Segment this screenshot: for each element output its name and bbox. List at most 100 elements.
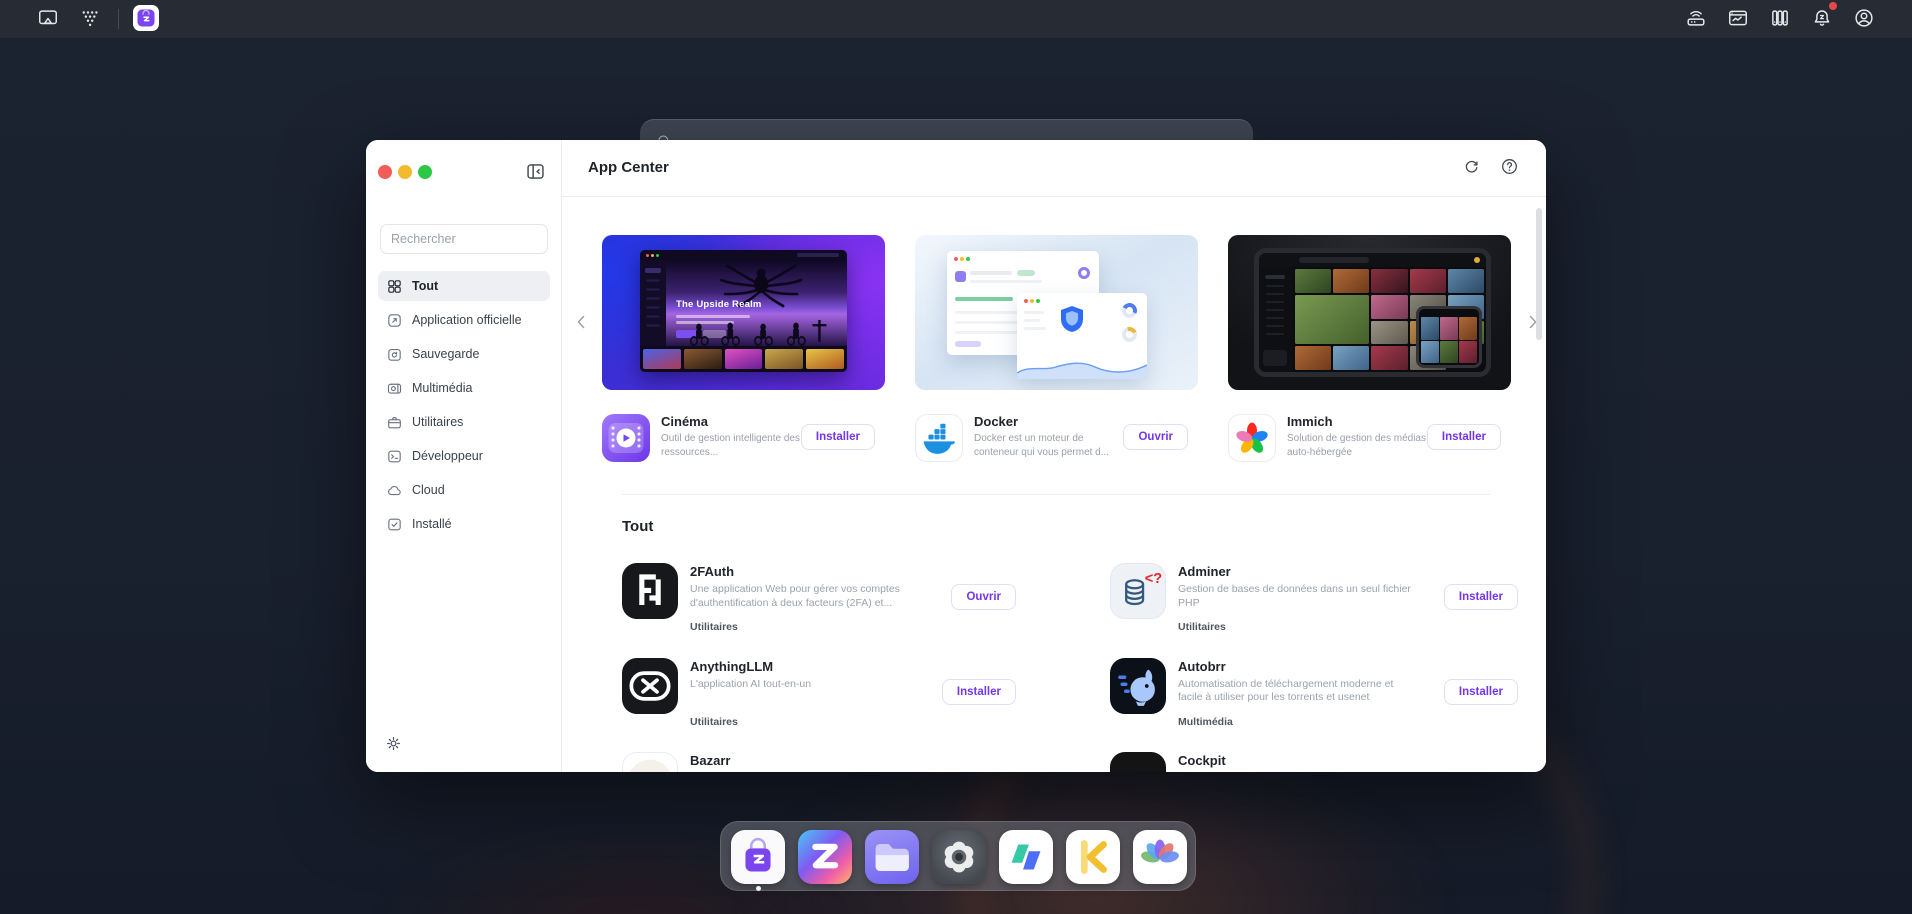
panel-collapse-icon <box>525 170 546 185</box>
page-title: App Center <box>588 159 669 176</box>
activity-monitor-button[interactable] <box>1724 5 1752 33</box>
app-center-window: Tout Application officielle Sauvegarde M… <box>366 140 1546 772</box>
notification-bell-icon <box>1811 7 1833 32</box>
autobrr-action-button[interactable]: Installer <box>1444 679 1518 705</box>
app-name: Autobrr <box>1178 659 1226 674</box>
dock-item-files[interactable] <box>865 830 919 884</box>
cinema-banner-title: The Upside Realm <box>676 299 762 310</box>
cockpit-app-icon <box>1110 752 1166 772</box>
taskbar-app-center-button[interactable] <box>133 6 159 32</box>
app-name: Adminer <box>1178 564 1231 579</box>
screen-cast-button[interactable] <box>34 5 62 33</box>
featured-card-immich: Immich Solution de gestion des médias au… <box>1228 235 1511 475</box>
sidebar-item-utilitaires[interactable]: Utilitaires <box>378 407 550 437</box>
briefcase-icon <box>386 414 403 431</box>
sidebar-item-developpeur[interactable]: Développeur <box>378 441 550 471</box>
app-row-bazarr: Bazarr <box>622 752 1016 772</box>
app-name: Immich <box>1287 414 1333 429</box>
notifications-button[interactable] <box>1808 5 1836 33</box>
cloud-icon <box>386 482 403 499</box>
featured-card-docker: Docker Docker est un moteur de conteneur… <box>915 235 1198 475</box>
storage-button[interactable] <box>1766 5 1794 33</box>
app-center-main: App Center The Upside Realm Cinéma Outil… <box>562 140 1546 772</box>
minimize-button[interactable] <box>398 165 412 179</box>
docker-action-button[interactable]: Ouvrir <box>1123 424 1188 450</box>
carousel-prev-button[interactable] <box>568 308 594 338</box>
cinema-action-button[interactable]: Installer <box>801 424 875 450</box>
dock-item-zima-client[interactable] <box>798 830 852 884</box>
docker-app-icon <box>915 414 963 462</box>
official-icon <box>386 312 403 329</box>
sidebar-item-sauvegarde[interactable]: Sauvegarde <box>378 339 550 369</box>
adminer-app-icon: <? <box>1110 563 1166 619</box>
dock <box>720 821 1196 891</box>
grid-icon <box>386 278 403 295</box>
dock-item-settings[interactable] <box>932 830 986 884</box>
sidebar-item-multimedia[interactable]: Multimédia <box>378 373 550 403</box>
topbar-separator <box>118 9 119 29</box>
installed-icon <box>386 516 403 533</box>
dock-item-k-letter[interactable] <box>1066 830 1120 884</box>
sidebar-item-label: Installé <box>412 517 452 531</box>
dock-active-indicator <box>756 886 761 891</box>
sidebar-collapse-button[interactable] <box>523 161 547 185</box>
sidebar-search-input[interactable] <box>380 224 548 254</box>
cinema-app-icon <box>602 414 650 462</box>
desktop: Tout Application officielle Sauvegarde M… <box>0 0 1912 914</box>
dock-item-lotus[interactable] <box>1133 830 1187 884</box>
sidebar-item-label: Multimédia <box>412 381 472 395</box>
app-row-cockpit: Cockpit <box>1110 752 1518 772</box>
banner-art <box>1254 248 1491 377</box>
section-divider <box>622 494 1490 495</box>
anythingllm-action-button[interactable]: Installer <box>942 679 1016 705</box>
2fauth-action-button[interactable]: Ouvrir <box>951 584 1016 610</box>
immich-app-icon <box>1228 414 1276 462</box>
app-launcher-button[interactable] <box>76 5 104 33</box>
main-header: App Center <box>562 140 1546 197</box>
gear-icon <box>384 741 403 756</box>
settings-gear-button[interactable] <box>382 734 404 756</box>
sidebar-item-cloud[interactable]: Cloud <box>378 475 550 505</box>
sidebar-item-label: Développeur <box>412 449 483 463</box>
svg-text:<?: <? <box>1145 571 1163 587</box>
app-category: Utilitaires <box>690 621 738 633</box>
app-row-anythingllm: AnythingLLM L'application AI tout-en-un … <box>622 658 1016 740</box>
sidebar-item-tout[interactable]: Tout <box>378 271 550 301</box>
topbar-left <box>34 5 159 33</box>
scrollbar[interactable] <box>1536 208 1542 340</box>
topbar <box>0 0 1912 38</box>
dock-item-app-store[interactable] <box>731 830 785 884</box>
terminal-icon <box>386 448 403 465</box>
app-center-tile-icon <box>133 5 159 34</box>
immich-action-button[interactable]: Installer <box>1427 424 1501 450</box>
featured-banner-docker[interactable] <box>915 235 1198 390</box>
app-name: Bazarr <box>690 753 730 768</box>
app-description: Docker est un moteur de conteneur qui vo… <box>974 432 1116 459</box>
sidebar-item-label: Cloud <box>412 483 445 497</box>
help-button[interactable] <box>1498 157 1520 179</box>
app-name: Cockpit <box>1178 753 1226 768</box>
refresh-button[interactable] <box>1460 157 1482 179</box>
chevron-left-icon <box>570 321 592 336</box>
adminer-action-button[interactable]: Installer <box>1444 584 1518 610</box>
dock-item-teal-blue-panels[interactable] <box>999 830 1053 884</box>
carousel-next-button[interactable] <box>1520 308 1546 338</box>
featured-banner-immich[interactable] <box>1228 235 1511 390</box>
router-icon <box>1685 7 1707 32</box>
network-device-button[interactable] <box>1682 5 1710 33</box>
featured-banner-cinema[interactable]: The Upside Realm <box>602 235 885 390</box>
sidebar-item-application-officielle[interactable]: Application officielle <box>378 305 550 335</box>
sidebar-item-label: Sauvegarde <box>412 347 479 361</box>
account-button[interactable] <box>1850 5 1878 33</box>
app-name: 2FAuth <box>690 564 734 579</box>
sidebar-item-installe[interactable]: Installé <box>378 509 550 539</box>
sidebar-menu: Tout Application officielle Sauvegarde M… <box>378 271 550 539</box>
backup-icon <box>386 346 403 363</box>
banner-art: The Upside Realm <box>640 250 847 372</box>
app-description: L'application AI tout-en-un <box>690 678 930 692</box>
close-button[interactable] <box>378 165 392 179</box>
user-icon <box>1853 7 1875 32</box>
app-description: Solution de gestion des médias auto-hébe… <box>1287 432 1429 459</box>
maximize-button[interactable] <box>418 165 432 179</box>
notification-badge <box>1829 2 1837 10</box>
